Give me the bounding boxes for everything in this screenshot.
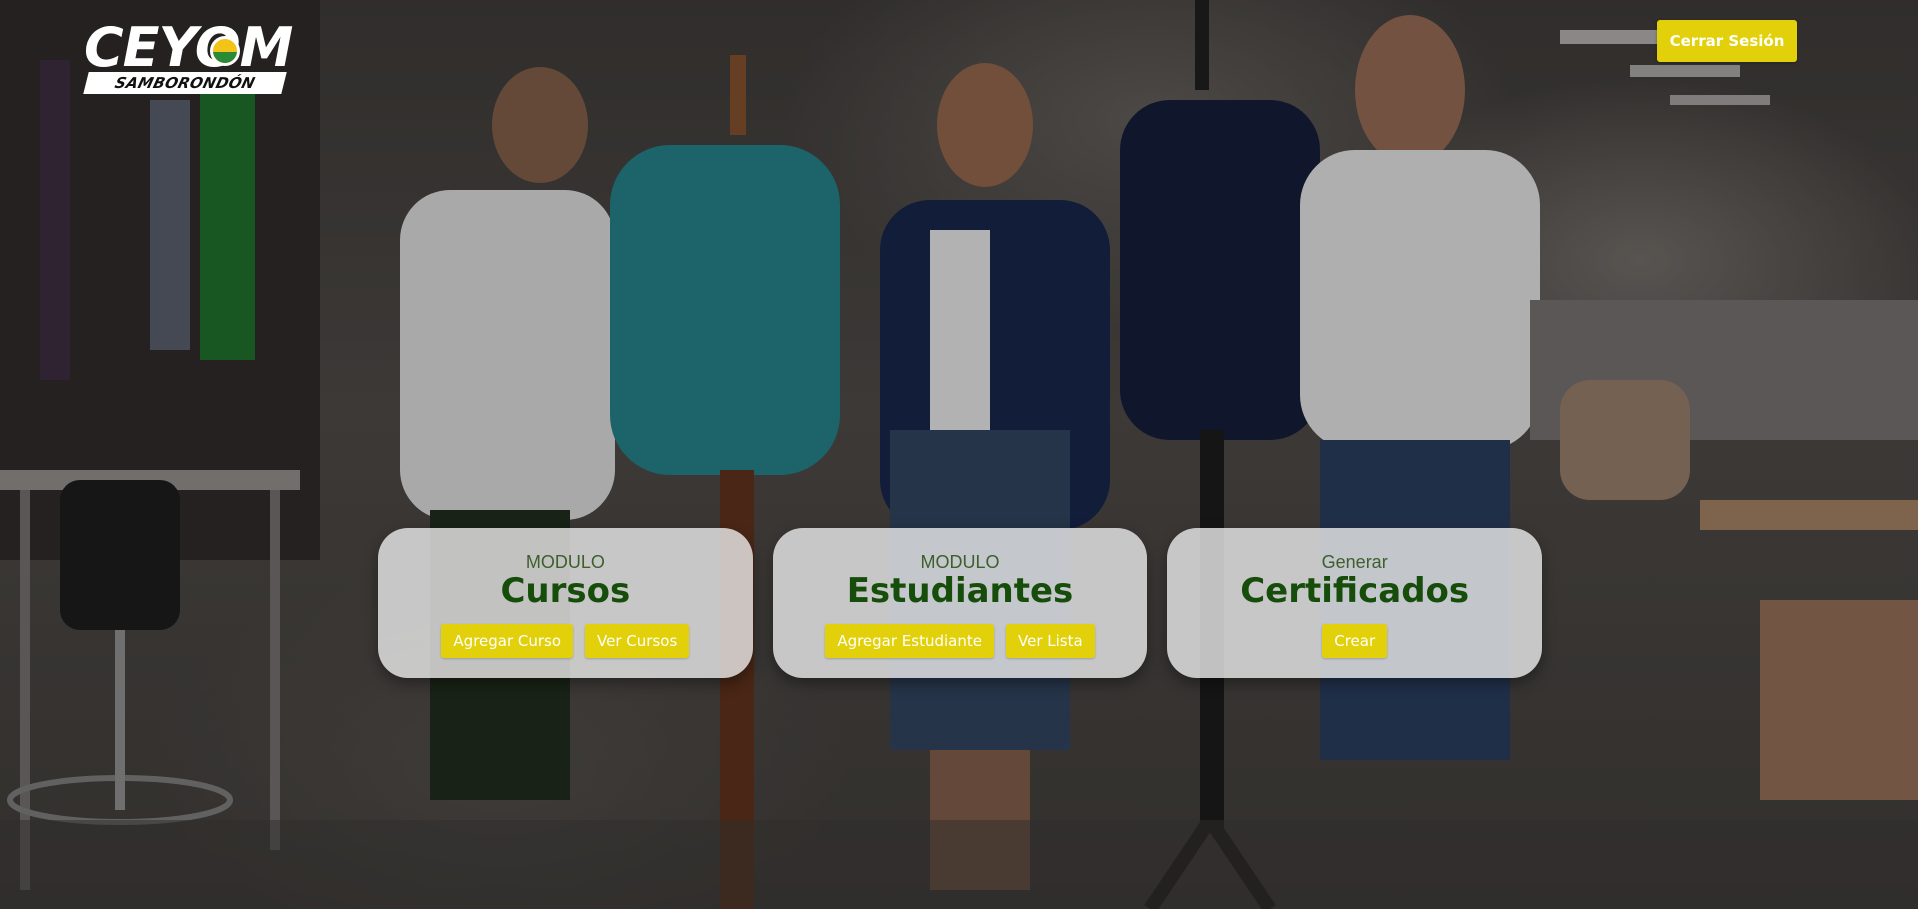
module-title: Certificados (1240, 571, 1470, 611)
module-card-certificados: Generar Certificados Crear (1167, 528, 1543, 678)
page: CEYOM SAMBORONDÓN Cerrar Sesión MODULO C… (0, 0, 1918, 909)
module-title: Estudiantes (846, 571, 1074, 611)
background-overlay (0, 0, 1918, 909)
module-kicker: MODULO (525, 552, 605, 572)
module-actions: Agregar Curso Ver Cursos (441, 624, 690, 658)
create-certificate-button[interactable]: Crear (1322, 624, 1388, 658)
view-courses-button[interactable]: Ver Cursos (585, 624, 690, 658)
module-kicker: Generar (1321, 552, 1388, 572)
add-course-button[interactable]: Agregar Curso (441, 624, 574, 658)
logo-badge-icon (210, 36, 240, 66)
module-actions: Agregar Estudiante Ver Lista (825, 624, 1095, 658)
logo-wordmark: CEYOM (84, 16, 293, 79)
view-list-button[interactable]: Ver Lista (1006, 624, 1095, 658)
module-title: Cursos (500, 571, 631, 611)
module-actions: Crear (1322, 624, 1388, 658)
module-kicker: MODULO (920, 552, 1000, 572)
logo-location: SAMBORONDÓN (83, 72, 287, 94)
logout-button[interactable]: Cerrar Sesión (1657, 20, 1797, 62)
module-card-estudiantes: MODULO Estudiantes Agregar Estudiante Ve… (772, 528, 1148, 678)
add-student-button[interactable]: Agregar Estudiante (825, 624, 994, 658)
module-card-cursos: MODULO Cursos Agregar Curso Ver Cursos (378, 528, 753, 678)
module-cards: MODULO Cursos Agregar Curso Ver Cursos M… (378, 528, 1543, 678)
ceyom-logo: CEYOM SAMBORONDÓN (83, 16, 300, 96)
